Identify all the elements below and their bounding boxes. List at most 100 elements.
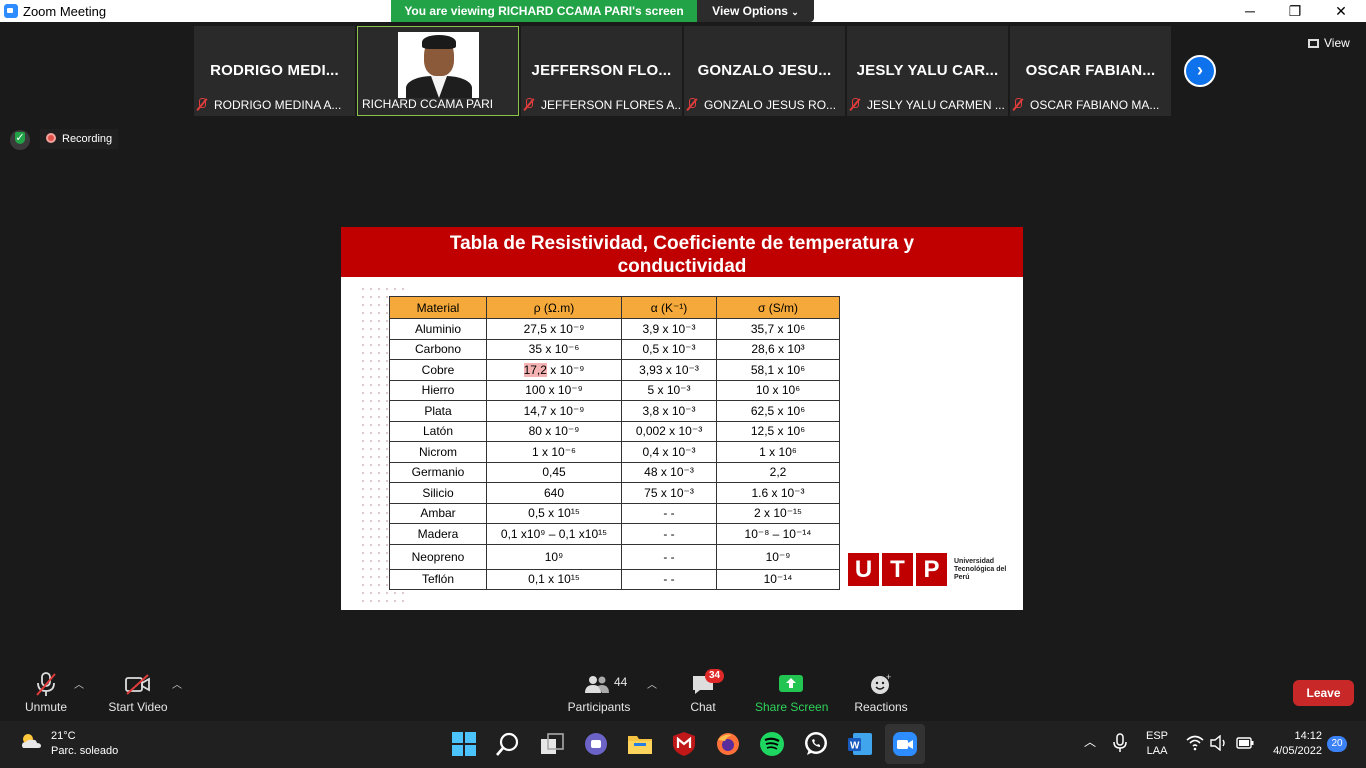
clock[interactable]: 14:12 4/05/2022 [1266,729,1322,759]
firefox-icon[interactable] [715,731,741,757]
audio-options-caret-icon[interactable]: ︿ [74,676,84,691]
table-row: Hierro 100 x 10⁻⁹ 5 x 10⁻³ 10 x 10⁶ [389,379,840,401]
participant-big-name: GONZALO JESU... [697,62,832,79]
logo-letter: U [848,553,879,586]
next-page-arrow-icon[interactable]: › [1184,55,1216,87]
participant-big-name: JESLY YALU CAR... [856,62,999,79]
notification-count-badge[interactable]: 20 [1327,736,1347,752]
windows-start-icon[interactable] [451,731,477,757]
teams-chat-icon[interactable] [583,731,609,757]
share-screen-button[interactable]: Share Screen [755,660,829,720]
table-cell: 10 x 10⁶ [716,379,840,401]
participant-tile[interactable]: OSCAR FABIAN... OSCAR FABIANO MA... [1010,26,1171,116]
table-row: Ambar 0,5 x 10¹⁵ - -2 x 10⁻¹⁵ [389,502,840,524]
word-icon[interactable]: W [847,731,873,757]
participants-icon [585,676,609,693]
start-video-button[interactable]: Start Video [104,660,172,720]
table-cell: 12,5 x 10⁶ [716,420,840,442]
muted-mic-icon [686,98,698,111]
muted-mic-icon [1012,98,1024,111]
participant-tile[interactable]: JEFFERSON FLO... JEFFERSON FLORES A... [521,26,682,116]
reactions-button[interactable]: + Reactions [851,660,911,720]
table-cell: 35 x 10⁻⁶ [486,338,622,360]
shared-screen-slide: Tabla de Resistividad, Coeficiente de te… [341,227,1023,610]
table-cell: 3,93 x 10⁻³ [621,359,717,381]
weather-widget[interactable]: 21°C Parc. soleado [20,729,118,759]
table-cell: 28,6 x 10³ [716,338,840,360]
search-icon[interactable] [495,731,521,757]
security-shield-icon[interactable] [10,130,30,150]
spotify-icon[interactable] [759,731,785,757]
share-screen-label: Share Screen [755,700,829,714]
mcafee-icon[interactable] [671,731,697,757]
table-cell: 640 [486,482,622,504]
table-header-row: Material ρ (Ω.m) α (K⁻¹) σ (S/m) [389,296,840,319]
zoom-taskbar-button[interactable] [885,724,925,764]
zoom-app-icon [4,4,18,18]
wifi-icon[interactable] [1186,735,1204,751]
video-options-caret-icon[interactable]: ︿ [172,676,182,691]
show-hidden-icons-chevron-icon[interactable]: ︿ [1084,735,1096,750]
table-cell: - - [621,568,717,590]
table-cell: 10⁻¹⁴ [716,568,840,590]
close-button[interactable]: ✕ [1329,2,1353,20]
table-cell: Teflón [389,568,487,590]
table-cell: 62,5 x 10⁶ [716,400,840,422]
file-explorer-icon[interactable] [627,731,653,757]
table-cell: 0,5 x 10¹⁵ [486,502,622,524]
table-cell: 75 x 10⁻³ [621,482,717,504]
participant-tile[interactable]: JESLY YALU CAR... JESLY YALU CARMEN ... [847,26,1008,116]
table-row: Aluminio 27,5 x 10⁻⁹ 3,9 x 10⁻³ 35,7 x 10⁶ [389,318,840,340]
reactions-label: Reactions [854,700,908,714]
battery-icon[interactable] [1236,737,1254,749]
volume-icon[interactable] [1210,735,1228,751]
participant-tile[interactable]: GONZALO JESU... GONZALO JESUS RO... [684,26,845,116]
input-language[interactable]: ESP LAA [1146,729,1168,759]
viewing-screen-banner: You are viewing RICHARD CCAMA PARI's scr… [391,0,697,22]
table-cell: 2 x 10⁻¹⁵ [716,502,840,524]
table-cell: Latón [389,420,487,442]
table-cell: Aluminio [389,318,487,340]
leave-button[interactable]: Leave [1293,680,1354,706]
table-cell: 27,5 x 10⁻⁹ [486,318,622,340]
table-cell: 10⁻⁹ [716,543,840,570]
table-cell: 1.6 x 10⁻³ [716,482,840,504]
minimize-button[interactable]: ─ [1238,2,1262,20]
unmute-button[interactable]: Unmute [20,660,72,720]
participant-tile-active-speaker[interactable]: RICHARD CCAMA PARI [357,26,519,116]
recording-indicator[interactable]: Recording [40,129,119,149]
participants-count: 44 [614,675,628,689]
participant-tile[interactable]: RODRIGO MEDI... RODRIGO MEDINA A... [194,26,355,116]
table-row: Neopreno 10⁹ - -10⁻⁹ [389,543,840,570]
table-cell: Neopreno [389,543,487,570]
participants-button[interactable]: 44 Participants [564,660,634,720]
whatsapp-icon[interactable] [803,731,829,757]
view-button[interactable]: View [1308,36,1350,50]
participant-big-name: RODRIGO MEDI... [210,62,339,79]
clock-date: 4/05/2022 [1273,745,1322,757]
view-label: View [1324,36,1350,50]
table-cell: 17,2 x 10⁻⁹ [486,359,622,381]
partly-sunny-icon [22,734,41,748]
participants-options-caret-icon[interactable]: ︿ [647,676,657,691]
logo-university-text: Universidad Tecnológica del Perú [954,558,1007,581]
video-off-icon [125,674,150,695]
participant-name-bar: GONZALO JESUS RO... [686,96,843,114]
table-cell: 10⁻⁸ – 10⁻¹⁴ [716,523,840,545]
view-options-button[interactable]: View Options ⌄ [697,0,814,22]
table-cell: Carbono [389,338,487,360]
table-cell: - - [621,502,717,524]
weather-condition: Parc. soleado [51,745,119,757]
table-cell: - - [621,543,717,570]
table-cell: 100 x 10⁻⁹ [486,379,622,401]
table-cell: Plata [389,400,487,422]
microphone-tray-icon[interactable] [1112,733,1128,753]
chat-button[interactable]: 34 Chat [683,660,725,720]
table-cell: Madera [389,523,487,545]
muted-mic-icon [196,98,208,111]
maximize-button[interactable]: ❐ [1283,2,1307,20]
view-options-label: View Options [712,4,788,18]
table-cell: 48 x 10⁻³ [621,461,717,483]
table-cell: Ambar [389,502,487,524]
task-view-icon[interactable] [539,731,565,757]
